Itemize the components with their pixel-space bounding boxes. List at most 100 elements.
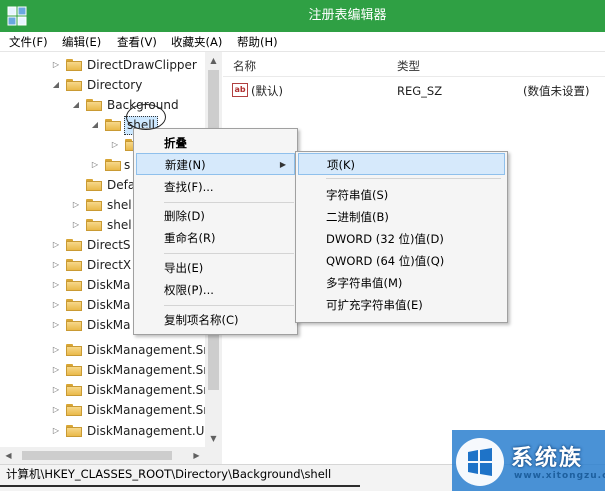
- tree-node[interactable]: ▷ DiskManagement.Sı: [0, 380, 207, 400]
- folder-icon: [66, 404, 82, 416]
- folder-icon: [86, 199, 102, 211]
- menu-new[interactable]: 新建(N) ▶: [136, 153, 295, 175]
- value-type: REG_SZ: [397, 84, 443, 98]
- tree-node-label: DiskManagement.Sı: [87, 343, 207, 357]
- folder-icon: [66, 344, 82, 356]
- folder-icon: [66, 319, 82, 331]
- menu-separator: [164, 253, 294, 254]
- menu-separator: [164, 202, 294, 203]
- submenu-string-value[interactable]: 字符串值(S): [298, 184, 505, 206]
- scroll-right-icon[interactable]: ▶: [188, 447, 205, 464]
- folder-icon: [66, 239, 82, 251]
- submenu-binary-value[interactable]: 二进制值(B): [298, 206, 505, 228]
- menu-find[interactable]: 查找(F)...: [136, 176, 295, 198]
- expand-arrow-icon[interactable]: ▷: [51, 295, 61, 315]
- folder-icon: [86, 179, 102, 191]
- submenu-expandable-string-value[interactable]: 可扩充字符串值(E): [298, 294, 505, 316]
- folder-icon: [105, 159, 121, 171]
- expand-arrow-icon[interactable]: ▷: [51, 275, 61, 295]
- scroll-left-icon[interactable]: ◀: [0, 447, 17, 464]
- folder-icon: [66, 59, 82, 71]
- folder-icon: [66, 259, 82, 271]
- window-title: 注册表编辑器: [308, 8, 387, 23]
- folder-icon: [86, 219, 102, 231]
- folder-icon: [86, 99, 102, 111]
- value-data: (数值未设置): [523, 84, 590, 98]
- expand-arrow-icon[interactable]: ▷: [51, 315, 61, 335]
- expand-arrow-icon[interactable]: ▷: [71, 195, 81, 215]
- tree-node-label: DirectS: [87, 238, 131, 252]
- tree-node-label: DirectDrawClipper: [87, 58, 197, 72]
- menu-delete[interactable]: 删除(D): [136, 205, 295, 227]
- menu-collapse[interactable]: 折叠: [136, 132, 295, 154]
- new-submenu: 项(K) 字符串值(S) 二进制值(B) DWORD (32 位)值(D) QW…: [295, 151, 508, 323]
- column-header-type[interactable]: 类型: [397, 57, 420, 75]
- context-menu: 折叠 新建(N) ▶ 查找(F)... 删除(D) 重命名(R) 导出(E) 权…: [133, 128, 298, 335]
- menu-edit[interactable]: 编辑(E): [62, 32, 101, 52]
- tree-node[interactable]: ▷ DiskManagement.Sı: [0, 340, 207, 360]
- tree-node[interactable]: ▷ DirectDrawClipper: [0, 55, 205, 75]
- tree-node[interactable]: ◢ Background: [0, 95, 205, 115]
- tree-node-label: DiskMa: [87, 278, 131, 292]
- expand-arrow-icon[interactable]: ▷: [51, 235, 61, 255]
- folder-icon: [105, 119, 121, 131]
- tree-node[interactable]: ▷ DiskManagement.U: [0, 421, 205, 441]
- value-name[interactable]: (默认): [251, 82, 283, 100]
- expand-arrow-icon[interactable]: ▷: [51, 360, 61, 380]
- menu-favorites[interactable]: 收藏夹(A): [171, 32, 222, 52]
- tree-node[interactable]: ▷ DiskManagement.Sı: [0, 360, 207, 380]
- tree-node-label: DirectX: [87, 258, 132, 272]
- expand-arrow-icon[interactable]: ▷: [51, 340, 61, 360]
- tree-node-label: DiskManagement.U: [87, 424, 205, 438]
- tree-node-label: DiskManagement.Sı: [87, 403, 207, 417]
- menu-new-label: 新建(N): [165, 158, 206, 172]
- tree-node-label: Directory: [87, 78, 143, 92]
- tree-node-label: shel: [107, 218, 132, 232]
- folder-icon: [66, 299, 82, 311]
- collapse-arrow-icon[interactable]: ◢: [51, 75, 61, 95]
- menu-rename[interactable]: 重命名(R): [136, 227, 295, 249]
- tree-node-label: DiskManagement.Sı: [87, 383, 207, 397]
- expand-arrow-icon[interactable]: ▷: [51, 55, 61, 75]
- menu-view[interactable]: 查看(V): [117, 32, 157, 52]
- expand-arrow-icon[interactable]: ▷: [110, 135, 120, 155]
- tree-node-label: s: [124, 158, 131, 172]
- expand-arrow-icon[interactable]: ▷: [51, 421, 61, 441]
- tree-horizontal-scroll-thumb[interactable]: [22, 451, 172, 460]
- expand-arrow-icon[interactable]: ▷: [51, 380, 61, 400]
- tree-node-label: shel: [107, 198, 132, 212]
- expand-arrow-icon[interactable]: ▷: [90, 155, 100, 175]
- expand-arrow-icon[interactable]: ▷: [71, 215, 81, 235]
- submenu-multi-string-value[interactable]: 多字符串值(M): [298, 272, 505, 294]
- submenu-arrow-icon: ▶: [279, 160, 286, 169]
- tree-node[interactable]: ◢ Directory: [0, 75, 205, 95]
- folder-icon: [66, 279, 82, 291]
- watermark-brand: 系统族: [511, 446, 584, 471]
- header-divider: [223, 76, 605, 77]
- submenu-qword-value[interactable]: QWORD (64 位)值(Q): [298, 250, 505, 272]
- expand-arrow-icon[interactable]: ▷: [51, 400, 61, 420]
- status-divider: [0, 485, 360, 487]
- folder-icon: [66, 384, 82, 396]
- scroll-up-icon[interactable]: ▲: [205, 52, 222, 69]
- collapse-arrow-icon[interactable]: ◢: [90, 115, 100, 135]
- column-header-name[interactable]: 名称: [233, 57, 256, 75]
- menu-bar: 文件(F) 编辑(E) 查看(V) 收藏夹(A) 帮助(H): [0, 32, 605, 52]
- collapse-arrow-icon[interactable]: ◢: [71, 95, 81, 115]
- watermark-url: www.xitongzu.com: [514, 471, 605, 481]
- scroll-down-icon[interactable]: ▼: [205, 430, 222, 447]
- tree-node[interactable]: ▷ DiskManagement.Sı: [0, 400, 207, 420]
- tree-node-label: DiskMa: [87, 298, 131, 312]
- submenu-dword-value[interactable]: DWORD (32 位)值(D): [298, 228, 505, 250]
- expand-arrow-icon[interactable]: ▷: [51, 255, 61, 275]
- submenu-key[interactable]: 项(K): [298, 153, 505, 175]
- menu-copy-key-name[interactable]: 复制项名称(C): [136, 309, 295, 331]
- folder-icon: [66, 425, 82, 437]
- menu-permissions[interactable]: 权限(P)...: [136, 279, 295, 301]
- menu-help[interactable]: 帮助(H): [237, 32, 278, 52]
- menu-export[interactable]: 导出(E): [136, 257, 295, 279]
- string-value-icon: ab: [232, 83, 248, 97]
- tree-node-label: DiskMa: [87, 318, 131, 332]
- expand-arrow-icon: [71, 175, 81, 195]
- menu-file[interactable]: 文件(F): [9, 32, 48, 52]
